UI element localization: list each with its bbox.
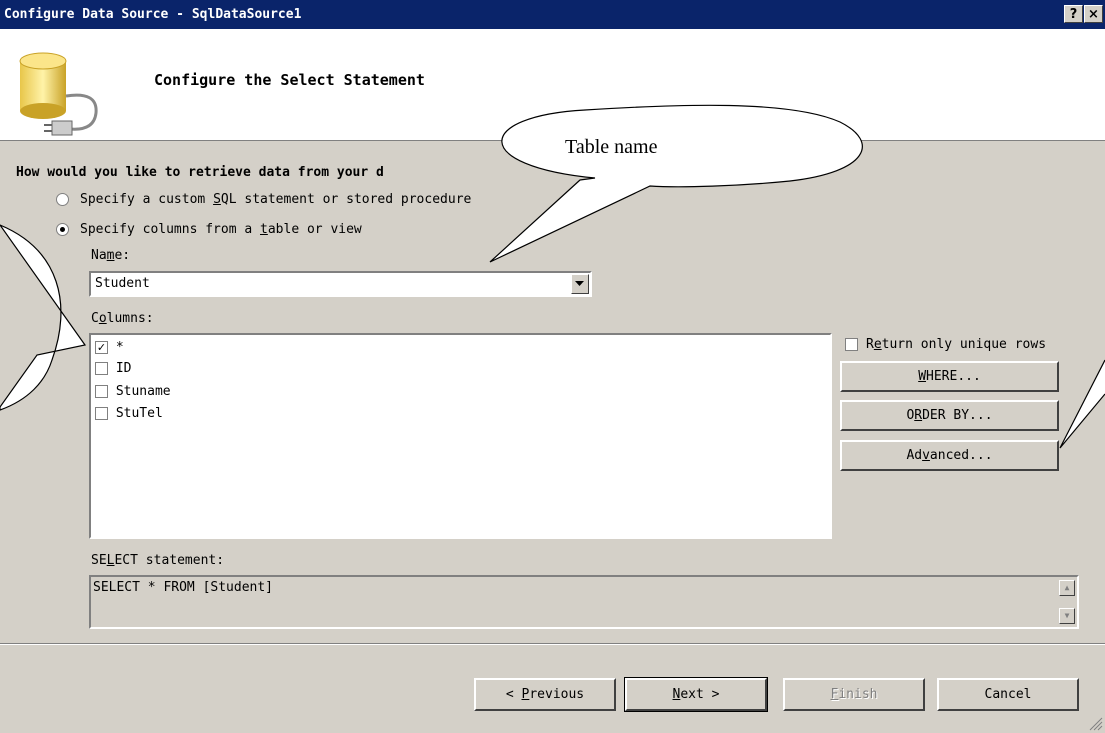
right-callout: [1059, 359, 1105, 449]
table-name-annotation: Table name: [565, 136, 658, 158]
callout-overlay: [0, 104, 1105, 449]
left-callout: [0, 224, 87, 411]
table-name-callout: [489, 104, 863, 263]
